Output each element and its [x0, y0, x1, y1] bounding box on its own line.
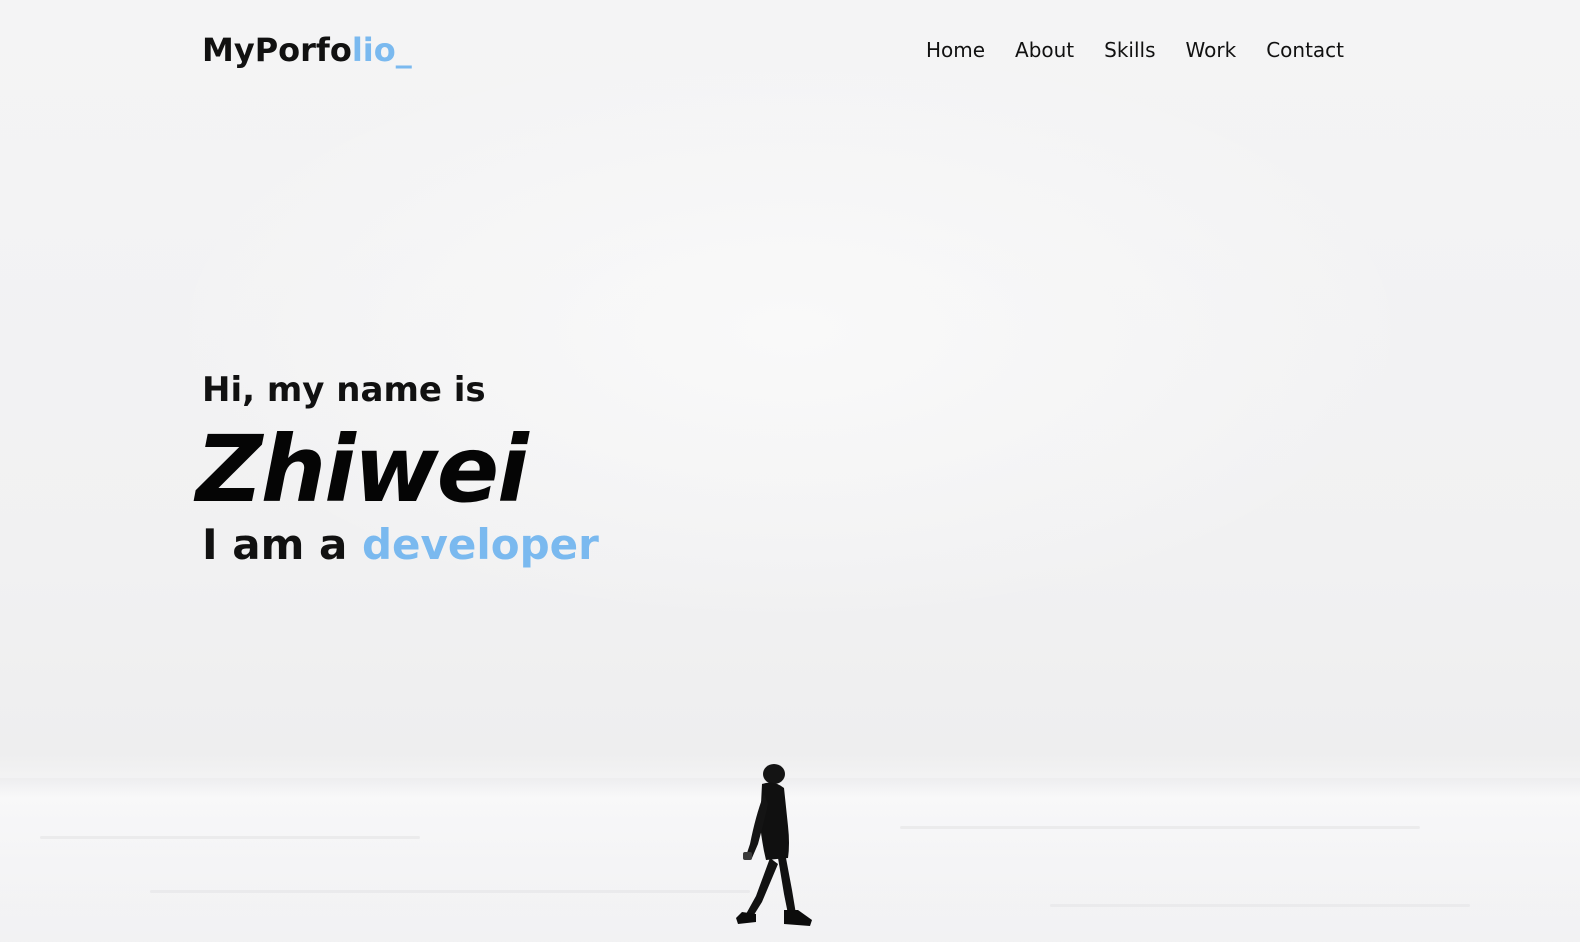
- logo-text-main: MyPorfo: [202, 31, 352, 69]
- site-logo[interactable]: MyPorfolio_: [202, 31, 412, 69]
- navbar: MyPorfolio_ Home About Skills Work Conta…: [0, 0, 1580, 100]
- logo-text-accent: lio_: [351, 31, 412, 69]
- nav-link-about[interactable]: About: [1015, 38, 1074, 62]
- hero-intro: Hi, my name is Zhiwei I am a developer: [196, 370, 599, 569]
- nav-link-skills[interactable]: Skills: [1104, 38, 1155, 62]
- hero-role: I am a developer: [202, 520, 599, 569]
- hero-name: Zhiwei: [196, 416, 529, 523]
- snow-streak: [150, 890, 750, 893]
- snow-streak: [40, 836, 420, 839]
- main-nav: Home About Skills Work Contact: [926, 38, 1344, 62]
- walking-person-figure: [736, 764, 812, 926]
- snow-streak: [1050, 904, 1470, 907]
- snow-streak: [900, 826, 1420, 829]
- nav-link-work[interactable]: Work: [1186, 38, 1237, 62]
- hero-greeting: Hi, my name is: [202, 370, 486, 410]
- nav-link-contact[interactable]: Contact: [1266, 38, 1344, 62]
- nav-link-home[interactable]: Home: [926, 38, 985, 62]
- hero-role-highlight: developer: [361, 520, 599, 569]
- hero-role-prefix: I am a: [202, 520, 348, 569]
